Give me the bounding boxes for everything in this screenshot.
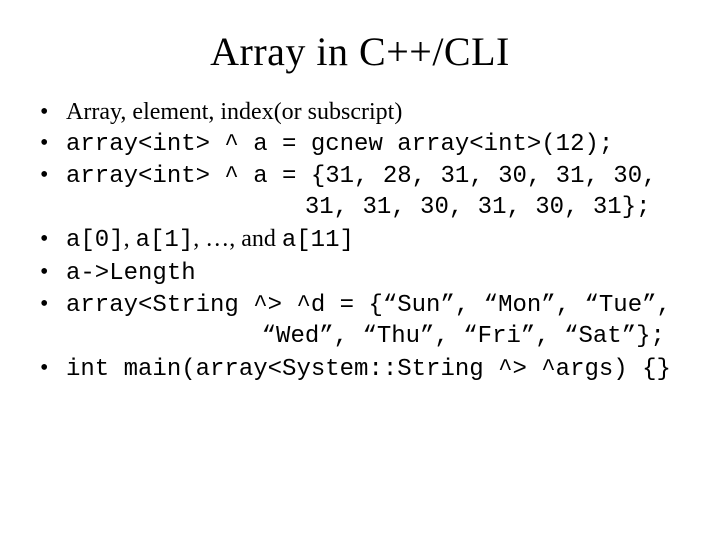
- bullet-text: int main(array<System::String ^> ^args) …: [66, 356, 671, 383]
- bullet-text: array<String ^> ^d = {“Sun”, “Mon”, “Tue…: [66, 292, 671, 319]
- bullet-text-part: a[11]: [282, 227, 354, 254]
- bullet-text-part: , …,: [193, 226, 241, 252]
- bullet-list: Array, element, index(or subscript) arra…: [30, 97, 690, 193]
- list-item: array<int> ^ a = gcnew array<int>(12);: [36, 128, 690, 161]
- bullet-text: a->Length: [66, 260, 196, 287]
- slide: Array in C++/CLI Array, element, index(o…: [0, 0, 720, 540]
- bullet-continuation: 31, 31, 30, 31, 30, 31};: [30, 193, 690, 224]
- bullet-list: a[0], a[1], …, and a[11] a->Length array…: [30, 224, 690, 322]
- list-item: array<String ^> ^d = {“Sun”, “Mon”, “Tue…: [36, 289, 690, 322]
- bullet-text: Array, element, index(or subscript): [66, 99, 402, 125]
- bullet-text: array<int> ^ a = gcnew array<int>(12);: [66, 131, 613, 158]
- list-item: array<int> ^ a = {31, 28, 31, 30, 31, 30…: [36, 160, 690, 193]
- bullet-continuation: “Wed”, “Thu”, “Fri”, “Sat”};: [30, 322, 690, 353]
- bullet-text-part: ,: [124, 226, 136, 252]
- list-item: a->Length: [36, 257, 690, 290]
- list-item: Array, element, index(or subscript): [36, 97, 690, 128]
- bullet-list: int main(array<System::String ^> ^args) …: [30, 353, 690, 386]
- bullet-text-part: a[1]: [136, 227, 194, 254]
- bullet-text: array<int> ^ a = {31, 28, 31, 30, 31, 30…: [66, 163, 657, 190]
- slide-title: Array in C++/CLI: [30, 28, 690, 75]
- list-item: int main(array<System::String ^> ^args) …: [36, 353, 690, 386]
- bullet-text-part: and: [241, 226, 282, 252]
- list-item: a[0], a[1], …, and a[11]: [36, 224, 690, 257]
- bullet-text-part: a[0]: [66, 227, 124, 254]
